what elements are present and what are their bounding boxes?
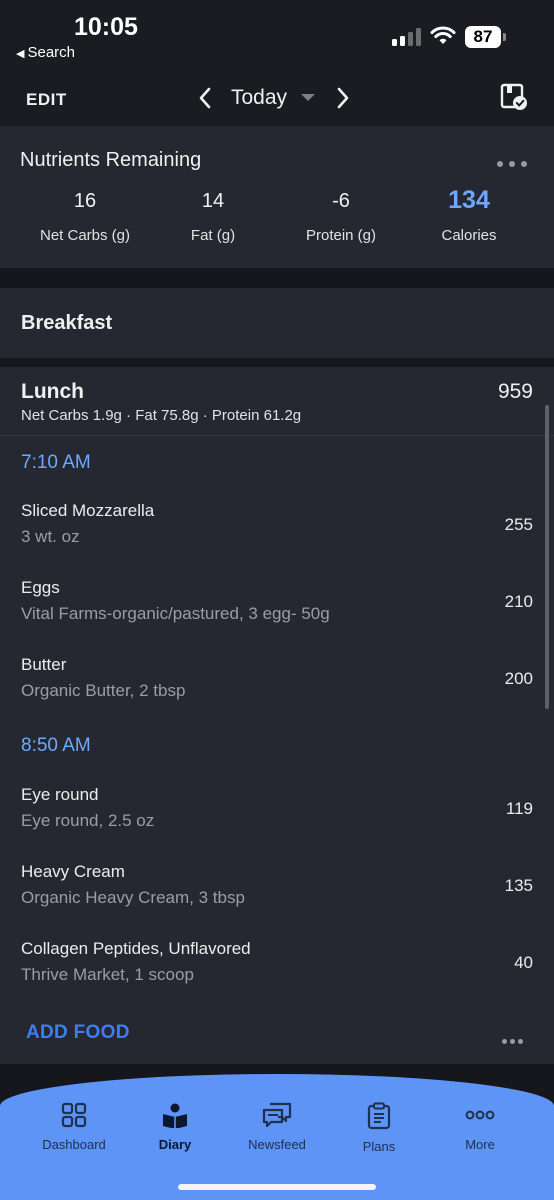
nutrients-remaining-title: Nutrients Remaining [20,149,202,171]
tab-plans[interactable]: Plans [329,1102,429,1154]
nutrients-remaining-card: Nutrients Remaining 16 Net Carbs (g) 14 … [0,126,554,268]
plans-icon [367,1102,391,1130]
time-header: 8:50 AM [21,735,91,756]
protein-remaining: -6 Protein (g) [276,190,406,244]
food-calories: 119 [505,799,533,818]
tab-label: Newsfeed [248,1137,306,1152]
tab-newsfeed[interactable]: Newsfeed [227,1102,327,1152]
battery-cap-icon [503,33,506,41]
next-day-chevron-icon[interactable] [336,86,350,110]
tab-label: Diary [158,1137,192,1152]
food-serving: 3 wt. oz [21,527,80,546]
food-entry[interactable]: Heavy Cream Organic Heavy Cream, 3 tbsp … [0,862,554,922]
previous-day-chevron-icon[interactable] [198,86,212,110]
battery-indicator: 87 [465,26,501,48]
fat-remaining: 14 Fat (g) [148,190,278,244]
more-icon [465,1110,495,1120]
divider [0,435,554,436]
food-entry[interactable]: Butter Organic Butter, 2 tbsp 200 [0,655,554,715]
food-name: Heavy Cream [21,862,125,881]
lunch-calories: 959 [497,380,533,403]
tab-dashboard[interactable]: Dashboard [24,1102,124,1152]
food-name: Sliced Mozzarella [21,501,155,520]
cellular-signal-icon [392,28,422,46]
food-entry[interactable]: Eye round Eye round, 2.5 oz 119 [0,785,554,845]
food-serving: Organic Heavy Cream, 3 tbsp [21,888,245,907]
food-serving: Organic Butter, 2 tbsp [21,681,186,700]
lunch-section: Lunch 959 Net Carbs 1.9g · Fat 75.8g · P… [0,367,554,1064]
date-dropdown-caret-icon[interactable] [301,94,315,101]
back-search-label: Search [27,44,75,61]
lunch-title[interactable]: Lunch [21,380,84,404]
complete-day-icon[interactable] [500,83,528,111]
protein-label: Protein (g) [305,227,377,244]
tab-label: More [465,1137,495,1152]
nutrients-more-options-icon[interactable] [497,154,533,172]
food-serving: Vital Farms-organic/pastured, 3 egg- 50g [21,604,330,623]
time-header: 7:10 AM [21,452,91,473]
food-calories: 210 [504,592,533,611]
calories-value: 134 [448,186,490,214]
food-calories: 135 [504,876,533,895]
home-indicator[interactable] [178,1184,376,1190]
food-name: Eye round [21,785,99,804]
back-triangle-icon: ◀ [16,48,25,60]
lunch-more-options-icon[interactable] [502,1031,526,1049]
food-serving: Thrive Market, 1 scoop [21,965,194,984]
food-entry[interactable]: Collagen Peptides, Unflavored Thrive Mar… [0,939,554,999]
food-name: Butter [21,655,67,674]
tab-diary[interactable]: Diary [125,1102,225,1152]
net-carbs-value: 16 [73,190,97,212]
food-entry[interactable]: Eggs Vital Farms-organic/pastured, 3 egg… [0,578,554,638]
calories-remaining: 134 Calories [404,186,534,244]
diary-icon [163,1103,187,1128]
tab-label: Dashboard [42,1137,106,1152]
food-calories: 200 [504,669,533,688]
wifi-icon [430,26,456,44]
add-food-button[interactable]: ADD FOOD [26,1022,130,1044]
newsfeed-icon [262,1102,292,1128]
tab-more[interactable]: More [430,1102,530,1152]
fat-value: 14 [201,190,225,212]
diary-nav-bar: EDIT Today [0,66,554,126]
calories-label: Calories [441,227,497,244]
tab-label: Plans [362,1139,396,1154]
food-name: Collagen Peptides, Unflavored [21,939,251,958]
protein-value: -6 [332,190,350,212]
dashboard-icon [61,1102,87,1128]
status-bar: 10:05 ◀ Search 87 [0,0,554,66]
net-carbs-remaining: 16 Net Carbs (g) [20,190,150,244]
food-name: Eggs [21,578,60,597]
breakfast-section[interactable]: Breakfast [0,288,554,358]
breakfast-title: Breakfast [21,312,113,334]
back-to-search-link[interactable]: ◀ Search [16,44,75,61]
food-serving: Eye round, 2.5 oz [21,811,155,830]
status-time: 10:05 [74,13,138,41]
food-calories: 40 [514,953,533,972]
fat-label: Fat (g) [190,227,236,244]
food-entry[interactable]: Sliced Mozzarella 3 wt. oz 255 [0,501,554,561]
net-carbs-label: Net Carbs (g) [39,227,131,244]
food-calories: 255 [504,515,533,534]
lunch-macros-summary: Net Carbs 1.9g · Fat 75.8g · Protein 61.… [21,407,302,424]
date-selector[interactable]: Today [231,86,287,110]
edit-button[interactable]: EDIT [26,90,67,110]
bottom-tab-bar: Dashboard Diary Newsfeed Plans More [0,1074,554,1200]
